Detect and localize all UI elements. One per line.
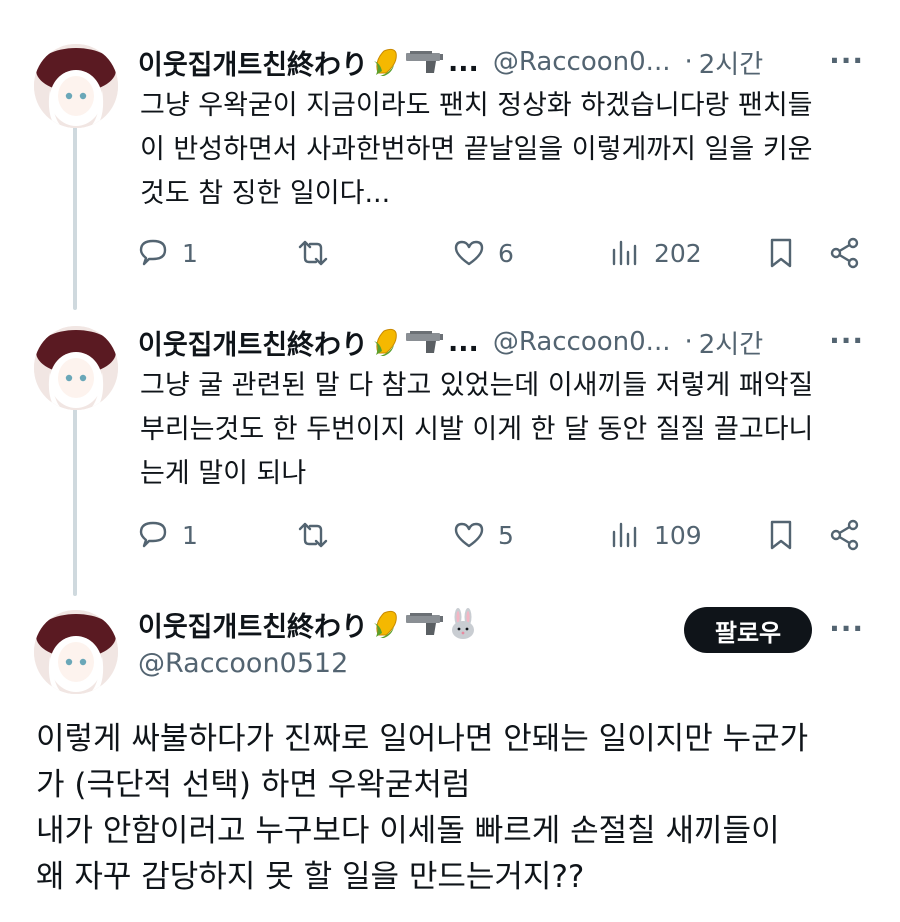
tweet-text-line: 그냥 우왁굳이 지금이라도 팬치 정상화 하겠습니다랑 팬치들: [140, 90, 813, 121]
tweet-header: 이웃집개트친終わり ... @Raccoon0... · 2시간: [138, 42, 763, 82]
action-bar: 1 5 109: [136, 518, 876, 558]
action-bar: 1 6 202: [136, 236, 876, 276]
like-count: 6: [498, 238, 514, 268]
pistol-icon: [404, 49, 444, 75]
more-options-icon[interactable]: ···: [829, 612, 864, 645]
more-options-icon[interactable]: ···: [829, 44, 864, 77]
avatar[interactable]: [34, 326, 118, 410]
reply-count: 1: [182, 520, 198, 550]
repost-button[interactable]: [296, 236, 342, 270]
bookmark-icon: [770, 238, 792, 268]
tweet-text: 그냥 우왁굳이 지금이라도 팬치 정상화 하겠습니다랑 팬치들 이 반성하면서 …: [140, 84, 870, 216]
name-ellipsis: ...: [448, 326, 479, 358]
views-icon: [612, 240, 637, 266]
bookmark-button[interactable]: [764, 236, 798, 270]
views-count: 202: [654, 238, 702, 268]
display-name[interactable]: 이웃집개트친終わり: [138, 43, 368, 82]
tweet-text: 이렇게 싸불하다가 진짜로 일어나면 안돼는 일이지만 누군가 가 (극단적 선…: [36, 716, 876, 900]
user-handle[interactable]: @Raccoon0...: [493, 47, 671, 77]
views-icon: [612, 522, 637, 548]
corn-icon: [372, 47, 400, 77]
reply-button[interactable]: 1: [136, 236, 198, 270]
name-ellipsis: ...: [448, 46, 479, 78]
tweet-text-line: 왜 자꾸 감당하지 못 할 일을 만드는거지??: [36, 859, 585, 895]
like-count: 5: [498, 520, 514, 550]
tweet-text-line: 것도 참 징한 일이다...: [140, 178, 391, 209]
timestamp[interactable]: 2시간: [699, 44, 763, 81]
heart-icon: [454, 522, 484, 548]
repost-icon: [298, 240, 328, 266]
thread-line: [73, 124, 77, 310]
avatar[interactable]: [34, 610, 118, 694]
tweet-header: 이웃집개트친終わり ... @Raccoon0... · 2시간: [138, 322, 763, 362]
thread-line: [73, 406, 77, 596]
reply-button[interactable]: 1: [136, 518, 198, 552]
views-button[interactable]: 202: [608, 236, 702, 270]
share-icon: [830, 519, 859, 551]
user-handle[interactable]: @Raccoon0...: [493, 327, 671, 357]
tweet-text: 그냥 굴 관련된 말 다 참고 있었는데 이새끼들 저렇게 패악질 부리는것도 …: [140, 364, 870, 496]
follow-button[interactable]: 팔로우: [684, 607, 812, 653]
bookmark-icon: [770, 520, 792, 550]
heart-icon: [454, 240, 484, 266]
more-options-icon[interactable]: ···: [829, 324, 864, 357]
separator-dot: ·: [684, 327, 693, 357]
display-name[interactable]: 이웃집개트친終わり: [138, 605, 368, 644]
tweet-text-line: 그냥 굴 관련된 말 다 참고 있었는데 이새끼들 저렇게 패악질: [140, 370, 814, 401]
like-button[interactable]: 5: [452, 518, 514, 552]
share-button[interactable]: [828, 236, 862, 270]
corn-icon: [372, 609, 400, 639]
reply-icon: [139, 521, 167, 548]
tweet-text-line: 내가 안함이러고 누구보다 이세돌 빠르게 손절칠 새끼들이: [36, 813, 780, 849]
reply-count: 1: [182, 238, 198, 268]
tweet-text-line: 이렇게 싸불하다가 진짜로 일어나면 안돼는 일이지만 누군가: [36, 721, 809, 757]
share-button[interactable]: [828, 518, 862, 552]
share-icon: [830, 237, 859, 269]
bookmark-button[interactable]: [764, 518, 798, 552]
corn-icon: [372, 327, 400, 357]
like-button[interactable]: 6: [452, 236, 514, 270]
rabbit-icon: [448, 608, 478, 640]
reply-icon: [139, 239, 167, 266]
tweet-text-line: 이 반성하면서 사과한번하면 끝날일을 이렇게까지 일을 키운: [140, 134, 813, 165]
author-header: 이웃집개트친終わり: [138, 604, 478, 644]
user-handle[interactable]: @Raccoon0512: [138, 648, 348, 679]
tweet-text-line: 부리는것도 한 두번이지 시발 이게 한 달 동안 질질 끌고다니: [140, 414, 814, 445]
repost-icon: [298, 522, 328, 548]
pistol-icon: [404, 611, 444, 637]
separator-dot: ·: [684, 47, 693, 77]
repost-button[interactable]: [296, 518, 342, 552]
pistol-icon: [404, 329, 444, 355]
display-name[interactable]: 이웃집개트친終わり: [138, 323, 368, 362]
tweet-text-line: 가 (극단적 선택) 하면 우왁굳처럼: [36, 767, 471, 803]
views-button[interactable]: 109: [608, 518, 702, 552]
views-count: 109: [654, 520, 702, 550]
tweet-text-line: 는게 말이 되나: [140, 458, 307, 489]
avatar[interactable]: [34, 44, 118, 128]
timestamp[interactable]: 2시간: [699, 324, 763, 361]
